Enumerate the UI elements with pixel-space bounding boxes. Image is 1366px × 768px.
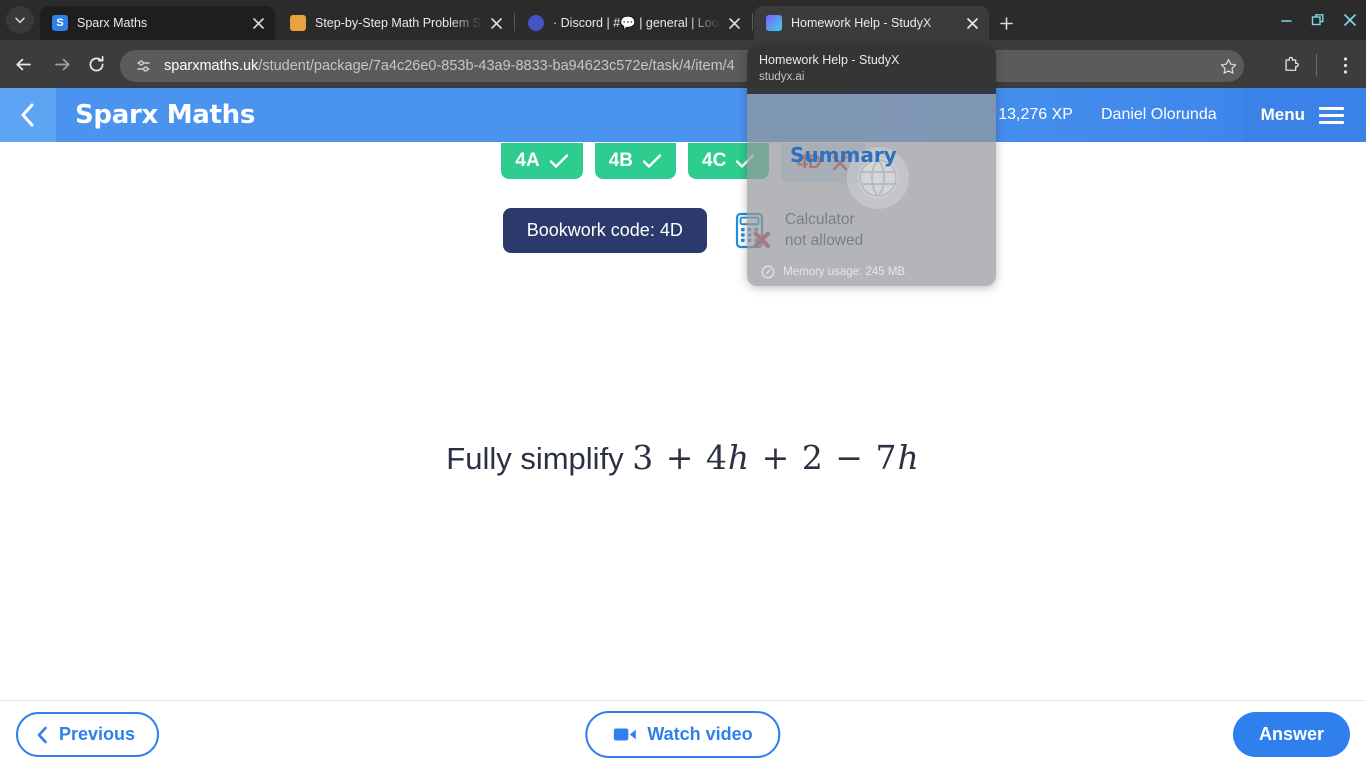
url-text: sparxmaths.uk/student/package/7a4c26e0-8… [164,58,735,74]
menu-label: Menu [1260,105,1305,124]
close-icon [252,17,264,29]
tab-title: · Discord | #💬 | general | Loot [553,15,721,30]
task-badge-label: 4B [608,150,633,171]
window-maximize-button[interactable] [1300,0,1336,40]
close-icon [728,17,740,29]
tab-separator [514,13,515,31]
app-back-button[interactable] [0,88,56,142]
watch-video-button[interactable]: Watch video [585,711,781,758]
site-settings-button[interactable] [132,55,154,77]
tab-search-button[interactable] [6,6,34,34]
question-prefix: Fully simplify [446,441,633,476]
previous-button[interactable]: Previous [16,712,160,757]
question-area: Fully simplify 3 + 4h + 2 − 7h [0,438,1366,477]
memory-usage-label: Memory usage: 245 MB [783,266,906,278]
forward-button[interactable] [48,50,76,78]
chevron-down-icon [15,17,25,24]
address-bar[interactable]: sparxmaths.uk/student/package/7a4c26e0-8… [120,50,1244,82]
plus-icon [999,16,1013,30]
tab-preview-header: Homework Help - StudyX studyx.ai [747,45,996,94]
forward-arrow-icon [54,58,70,70]
video-camera-icon [613,728,636,741]
puzzle-icon [1284,56,1299,71]
check-icon [549,154,568,168]
bookmark-button[interactable] [1216,54,1240,78]
footer-bar: Previous Watch video Answer [0,700,1366,768]
tab-preview-title: Homework Help - StudyX [759,53,900,67]
close-icon [490,17,502,29]
tab-separator [752,13,753,31]
tab-preview-url: studyx.ai [759,71,805,83]
reload-button[interactable] [82,50,110,78]
new-tab-button[interactable] [993,10,1019,36]
reload-icon [89,55,103,71]
task-badge-row: 4A 4B 4C 4D [0,142,1366,194]
chrome-menu-button[interactable] [1330,50,1360,80]
tab-title: Step-by-Step Math Problem Sol [315,16,483,30]
task-badge-label: 4C [702,150,727,171]
chevron-left-icon [21,103,34,127]
question-math: 3 + 4h + 2 − 7h [632,438,920,477]
speedometer-icon [761,265,775,279]
tab-title: Sparx Maths [77,16,148,30]
close-icon [966,17,978,29]
tab-close-button[interactable] [485,12,507,34]
hamburger-icon [1319,106,1344,124]
tab-close-button[interactable] [247,12,269,34]
chevron-left-icon [37,726,47,743]
tab-close-button[interactable] [961,12,983,34]
sparx-icon: S [52,15,68,31]
tab-hover-preview-card: Homework Help - StudyX studyx.ai Summary… [747,45,996,286]
toolbar-divider [1316,54,1317,76]
check-icon [642,154,662,168]
tab-strip: S Sparx Maths Step-by-Step Math Problem … [0,0,1366,40]
tab-preview-memory-row: Memory usage: 245 MB [747,258,996,286]
window-minimize-button[interactable] [1268,0,1304,40]
browser-window: S Sparx Maths Step-by-Step Math Problem … [0,0,1366,768]
browser-tab-step-by-step-math[interactable]: Step-by-Step Math Problem Sol [278,6,513,40]
tab-title: Homework Help - StudyX [791,16,932,30]
menu-button[interactable]: Menu [1242,88,1366,142]
tune-icon [136,59,150,72]
task-badge-4a[interactable]: 4A [501,143,583,179]
window-close-button[interactable] [1332,0,1366,40]
studyx-icon [766,15,782,31]
star-icon [1220,58,1236,74]
three-dot-menu-icon [1343,56,1347,74]
previous-label: Previous [59,724,136,744]
app-header: Sparx Maths 13,276 XP Daniel Olorunda Me… [0,88,1366,142]
user-name: Daniel Olorunda [1100,106,1217,123]
bookwork-row: Bookwork code: 4D [0,208,1366,253]
step-by-step-icon [290,15,306,31]
page-title: Sparx Maths [75,100,256,130]
url-path: /student/package/7a4c26e0-853b-43a9-8833… [258,58,735,74]
tab-close-button[interactable] [723,12,745,34]
browser-tab-sparx-maths[interactable]: S Sparx Maths [40,6,275,40]
bookwork-code: Bookwork code: 4D [502,208,707,253]
extensions-button[interactable] [1276,50,1306,80]
page-content: Sparx Maths 13,276 XP Daniel Olorunda Me… [0,88,1366,768]
xp-counter: 13,276 XP [998,106,1073,123]
task-badge-label: 4A [515,150,540,171]
url-host: sparxmaths.uk [164,58,259,74]
back-arrow-icon [15,58,31,70]
restore-icon [1311,14,1324,26]
browser-tab-homework-help-studyx[interactable]: Homework Help - StudyX [754,6,989,40]
close-icon [1344,14,1356,26]
back-button[interactable] [9,50,37,78]
minimize-icon [1280,19,1292,22]
browser-tab-discord[interactable]: · Discord | #💬 | general | Loot [516,6,751,40]
task-badge-4b[interactable]: 4B [594,143,676,179]
discord-icon [528,15,544,31]
watch-video-label: Watch video [647,724,753,744]
answer-button[interactable]: Answer [1232,712,1350,757]
summary-label: Summary [790,143,897,167]
